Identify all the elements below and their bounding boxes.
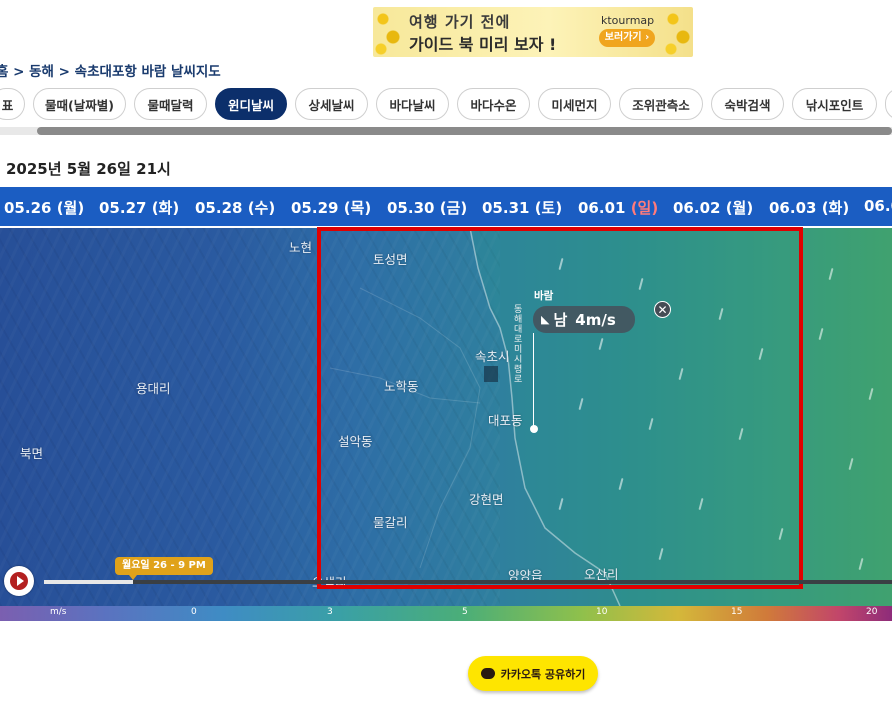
legend-unit: m/s <box>50 607 67 617</box>
place-label: 노현 <box>289 240 313 255</box>
tab-fishing-point[interactable]: 낚시포인트 <box>792 88 877 120</box>
tab-tide-calendar[interactable]: 물때달력 <box>134 88 207 120</box>
tab-bar: 표 물때(날짜별) 물때달력 윈디날씨 상세날씨 바다날씨 바다수온 미세먼지 … <box>0 88 892 120</box>
legend-tick: 0 <box>191 607 197 617</box>
legend-tick: 20 <box>866 607 878 617</box>
tab-fine-dust[interactable]: 미세먼지 <box>538 88 611 120</box>
play-button[interactable] <box>4 566 34 596</box>
place-label: 용대리 <box>136 381 171 396</box>
ad-banner[interactable]: 여행 가기 전에 가이드 북 미리 보자 ! ktourmap 보러가기 › <box>373 7 693 57</box>
date-item[interactable]: 05.30 (금) <box>387 197 467 218</box>
date-item[interactable]: 05.27 (화) <box>99 197 179 218</box>
tab-sea-temperature[interactable]: 바다수온 <box>457 88 530 120</box>
tab-more[interactable] <box>885 88 892 120</box>
legend-tick: 3 <box>327 607 333 617</box>
date-item[interactable]: 05.26 (월) <box>4 197 84 218</box>
timeline-slider[interactable] <box>44 580 892 584</box>
highlight-box <box>317 227 803 589</box>
date-item[interactable]: 06.0 <box>864 197 892 215</box>
place-label: 북면 <box>20 446 44 461</box>
timeline-progress <box>44 580 134 584</box>
date-item[interactable]: 05.31 (토) <box>482 197 562 218</box>
tab-lodging-search[interactable]: 숙박검색 <box>711 88 784 120</box>
legend-tick: 10 <box>596 607 608 617</box>
tab-tide-by-date[interactable]: 물때(날짜별) <box>33 88 126 120</box>
scrollbar-thumb[interactable] <box>37 127 892 135</box>
date-item[interactable]: 05.29 (목) <box>291 197 371 218</box>
date-item[interactable]: 06.01 (일) <box>578 197 658 218</box>
date-item[interactable]: 06.02 (월) <box>673 197 753 218</box>
play-icon <box>10 572 28 590</box>
breadcrumb: 홈 > 동해 > 속초대포항 바람 날씨지도 <box>0 64 221 80</box>
legend-tick: 5 <box>462 607 468 617</box>
kakao-share-button[interactable]: 카카오톡 공유하기 <box>468 656 598 691</box>
banner-brand: ktourmap <box>601 14 655 27</box>
banner-line-1: 여행 가기 전에 <box>409 13 511 31</box>
time-badge: 월요일 26 - 9 PM <box>115 557 213 580</box>
tab-tide-station[interactable]: 조위관측소 <box>619 88 703 120</box>
tab-scrollbar[interactable] <box>0 126 892 136</box>
banner-go-button[interactable]: 보러가기 › <box>599 29 655 47</box>
flower-decoration-right <box>663 7 693 57</box>
date-title: 2025년 5월 26일 21시 <box>6 160 171 178</box>
date-bar: 05.26 (월) 05.27 (화) 05.28 (수) 05.29 (목) … <box>0 187 892 226</box>
speech-bubble-icon <box>480 668 495 679</box>
tab-windy-weather[interactable]: 윈디날씨 <box>215 88 287 120</box>
kakao-share-label: 카카오톡 공유하기 <box>500 667 586 681</box>
tab-table[interactable]: 표 <box>0 88 25 120</box>
wind-speed-legend: m/s 0 3 5 10 15 20 <box>0 606 892 621</box>
legend-tick: 15 <box>731 607 743 617</box>
banner-line-2: 가이드 북 미리 보자 ! <box>409 35 557 54</box>
date-item[interactable]: 05.28 (수) <box>195 197 275 218</box>
flower-decoration-left <box>373 7 403 57</box>
date-item[interactable]: 06.03 (화) <box>769 197 849 218</box>
tab-detailed-weather[interactable]: 상세날씨 <box>295 88 368 120</box>
tab-sea-weather[interactable]: 바다날씨 <box>376 88 449 120</box>
